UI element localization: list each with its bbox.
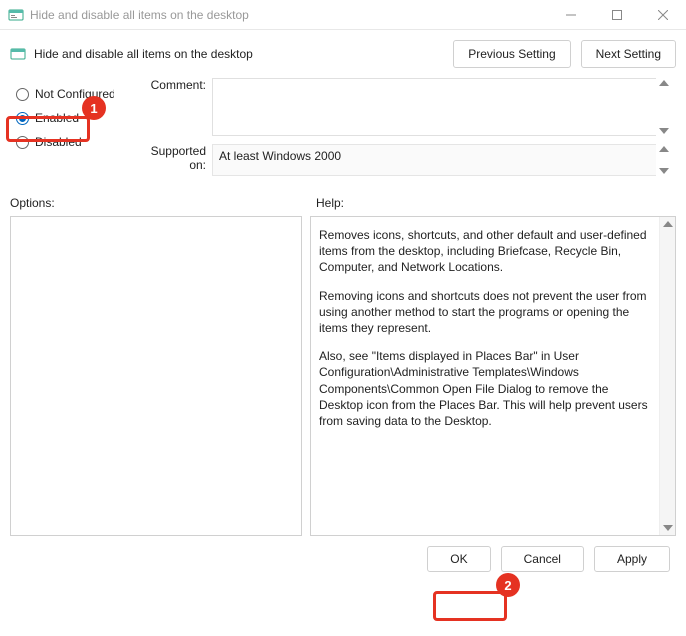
supported-on-value: At least Windows 2000: [212, 144, 656, 176]
radio-icon: [16, 112, 29, 125]
scrollbar[interactable]: [656, 144, 672, 176]
annotation-badge-1: 1: [82, 96, 106, 120]
scroll-down-icon: [656, 128, 672, 134]
help-label: Help:: [310, 196, 672, 210]
cancel-button[interactable]: Cancel: [501, 546, 584, 572]
scroll-down-icon: [656, 168, 672, 174]
annotation-badge-2: 2: [496, 573, 520, 597]
radio-label: Disabled: [35, 135, 82, 149]
help-paragraph: Removing icons and shortcuts does not pr…: [319, 288, 651, 337]
scroll-down-icon: [660, 525, 675, 531]
supported-on-label: Supported on:: [132, 144, 212, 176]
header: Hide and disable all items on the deskto…: [0, 30, 686, 74]
window-icon: [8, 7, 24, 23]
help-panel: Removes icons, shortcuts, and other defa…: [310, 216, 676, 536]
close-button[interactable]: [640, 0, 686, 30]
radio-disabled[interactable]: Disabled: [14, 130, 114, 154]
scroll-up-icon: [656, 146, 672, 152]
scroll-up-icon: [656, 80, 672, 86]
section-labels: Options: Help:: [0, 182, 686, 216]
scrollbar[interactable]: [659, 217, 675, 535]
next-setting-button[interactable]: Next Setting: [581, 40, 676, 68]
policy-icon: [10, 46, 26, 62]
help-paragraph: Removes icons, shortcuts, and other defa…: [319, 227, 651, 276]
scrollbar[interactable]: [656, 78, 672, 136]
minimize-button[interactable]: [548, 0, 594, 30]
comment-label: Comment:: [132, 78, 212, 136]
options-panel: [10, 216, 302, 536]
radio-icon: [16, 136, 29, 149]
radio-label: Enabled: [35, 111, 79, 125]
previous-setting-button[interactable]: Previous Setting: [453, 40, 570, 68]
window-title: Hide and disable all items on the deskto…: [30, 8, 249, 22]
options-label: Options:: [10, 196, 310, 210]
titlebar: Hide and disable all items on the deskto…: [0, 0, 686, 30]
annotation-highlight-2: [433, 591, 507, 621]
header-title: Hide and disable all items on the deskto…: [34, 47, 453, 61]
maximize-button[interactable]: [594, 0, 640, 30]
help-paragraph: Also, see "Items displayed in Places Bar…: [319, 348, 651, 429]
apply-button[interactable]: Apply: [594, 546, 670, 572]
comment-input[interactable]: [212, 78, 656, 136]
upper-panel: Not Configured Enabled Disabled Comment:…: [0, 74, 686, 182]
panels: Removes icons, shortcuts, and other defa…: [0, 216, 686, 536]
ok-button[interactable]: OK: [427, 546, 490, 572]
footer: OK Cancel Apply: [0, 536, 686, 582]
radio-icon: [16, 88, 29, 101]
scroll-up-icon: [660, 221, 675, 227]
